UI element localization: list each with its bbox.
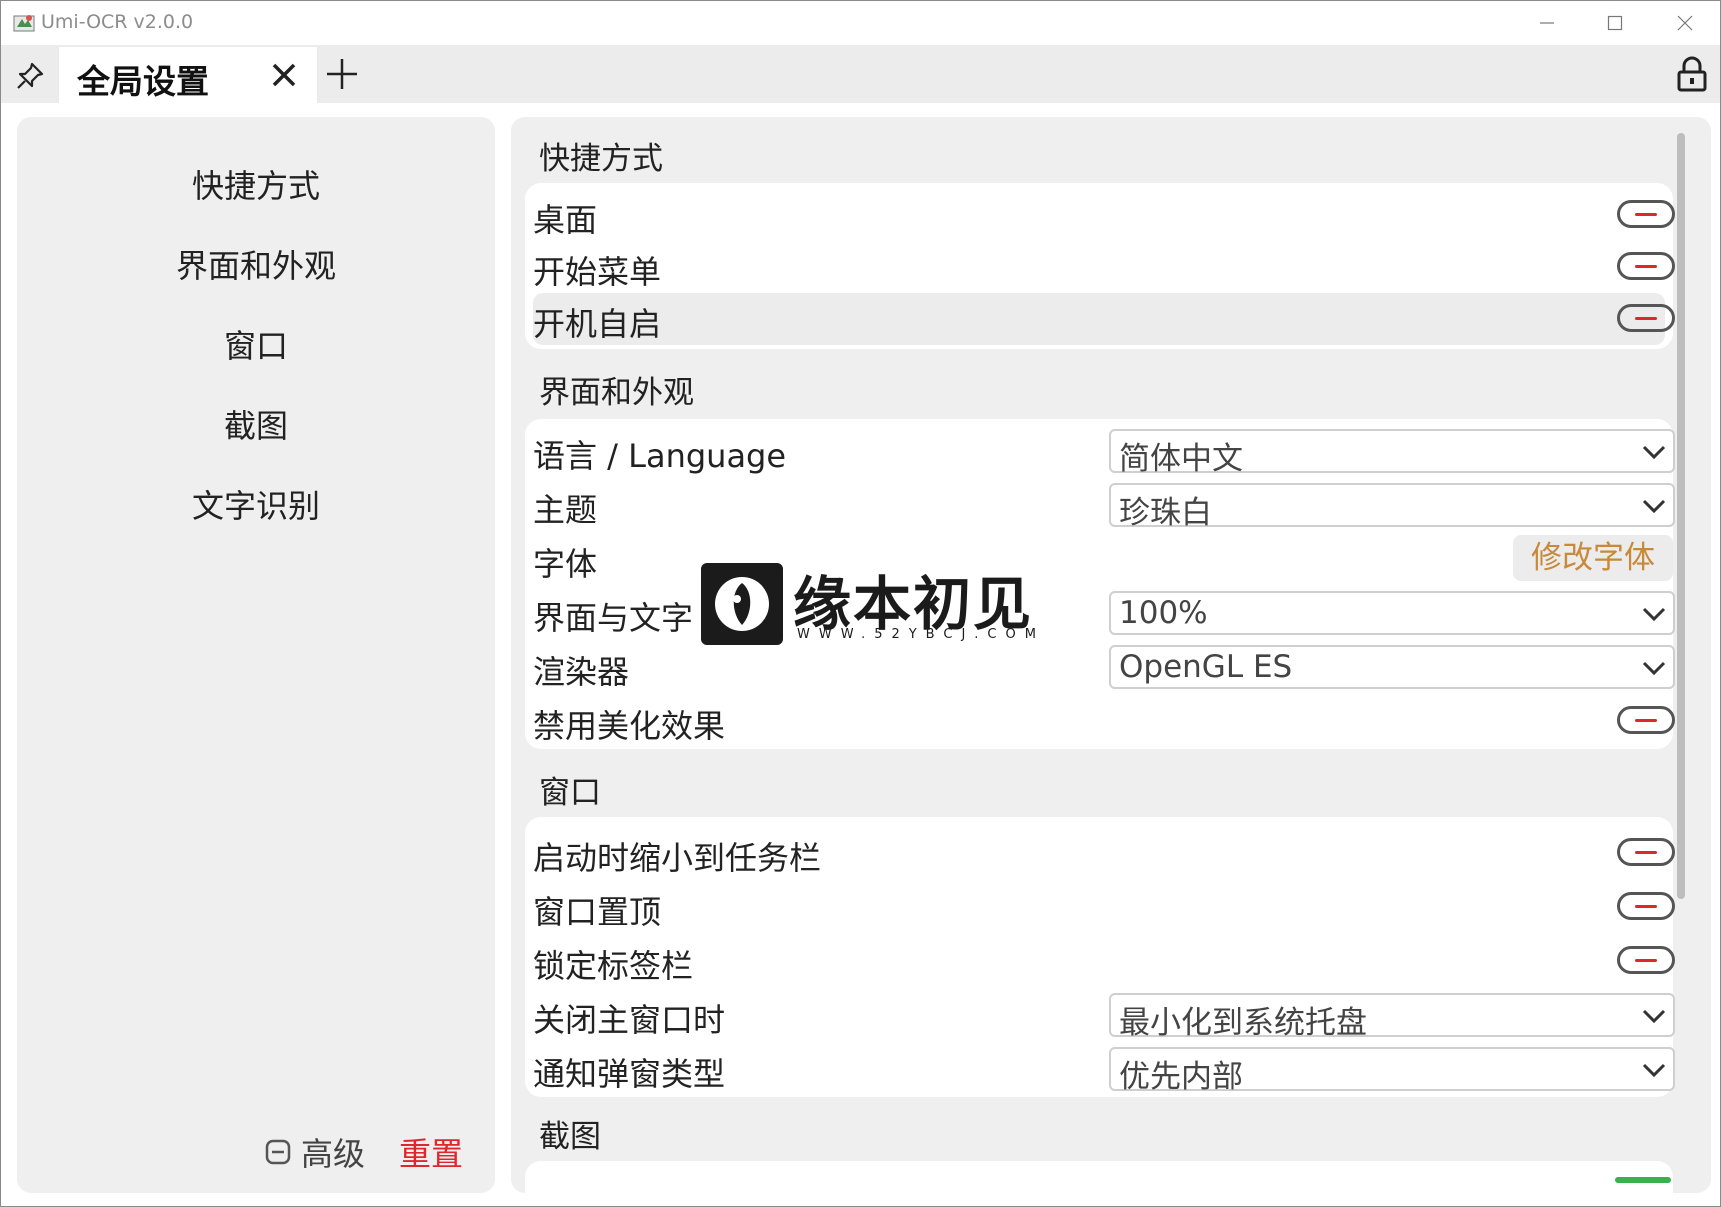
nav-item-appearance[interactable]: 界面和外观 bbox=[17, 241, 495, 287]
toggle-switch[interactable] bbox=[1617, 946, 1675, 974]
toggle-switch[interactable] bbox=[1617, 706, 1675, 734]
minimize-button[interactable] bbox=[1517, 1, 1577, 45]
setting-label: 语言 / Language bbox=[533, 437, 787, 475]
select-value: 100% bbox=[1119, 595, 1208, 631]
section-title-shortcuts: 快捷方式 bbox=[539, 141, 663, 177]
toggle-switch[interactable] bbox=[1617, 838, 1675, 866]
card-screenshot bbox=[525, 1161, 1673, 1193]
tab-global-settings[interactable]: 全局设置 bbox=[59, 47, 317, 103]
renderer-select[interactable]: OpenGL ES bbox=[1109, 645, 1675, 689]
chevron-down-icon bbox=[1642, 499, 1666, 514]
tab-label: 全局设置 bbox=[77, 62, 209, 101]
select-value: 珍珠白 bbox=[1119, 495, 1212, 531]
setting-label: 开始菜单 bbox=[533, 253, 662, 291]
app-window: Umi-OCR v2.0.0 全局设置 快捷方式 界面和外观 窗口 截图 文字识… bbox=[0, 0, 1721, 1207]
setting-label: 禁用美化效果 bbox=[533, 707, 726, 745]
card-appearance: 语言 / Language 简体中文 主题 珍珠白 字体 修改字体 界面与文字 bbox=[525, 419, 1675, 749]
setting-label: 界面与文字 bbox=[533, 599, 694, 637]
nav-item-window[interactable]: 窗口 bbox=[17, 321, 495, 367]
setting-label: 通知弹窗类型 bbox=[533, 1055, 726, 1093]
language-select[interactable]: 简体中文 bbox=[1109, 429, 1675, 477]
select-value: 最小化到系统托盘 bbox=[1119, 1005, 1367, 1041]
nav-item-shortcuts[interactable]: 快捷方式 bbox=[17, 161, 495, 207]
close-window-button[interactable] bbox=[1655, 1, 1715, 45]
add-tab-button[interactable] bbox=[319, 51, 365, 97]
select-value: 优先内部 bbox=[1119, 1059, 1243, 1095]
close-icon bbox=[272, 63, 296, 87]
card-window: 启动时缩小到任务栏 窗口置顶 锁定标签栏 关闭主窗口时 最小化到系统托盘 通知弹… bbox=[525, 817, 1675, 1097]
change-font-button[interactable]: 修改字体 bbox=[1513, 535, 1673, 581]
toggle-switch[interactable] bbox=[1617, 200, 1675, 228]
advanced-toggle-icon[interactable] bbox=[265, 1139, 291, 1165]
card-shortcuts: 桌面 开始菜单 开机自启 bbox=[525, 183, 1675, 349]
chevron-down-icon bbox=[1642, 1009, 1666, 1024]
maximize-icon bbox=[1607, 15, 1623, 31]
setting-row-start-menu: 开始菜单 bbox=[533, 241, 1675, 293]
setting-row-language: 语言 / Language 简体中文 bbox=[533, 425, 1675, 477]
nav-item-screenshot[interactable]: 截图 bbox=[17, 401, 495, 447]
close-icon bbox=[1677, 15, 1693, 31]
lock-tabbar-button[interactable] bbox=[1669, 51, 1715, 97]
title-bar: Umi-OCR v2.0.0 bbox=[1, 1, 1720, 45]
chevron-down-icon bbox=[1642, 445, 1666, 460]
section-title-appearance: 界面和外观 bbox=[539, 375, 694, 411]
setting-label: 渲染器 bbox=[533, 653, 630, 691]
plus-icon bbox=[327, 59, 357, 89]
watermark-url: WWW.52YBCJ.COM bbox=[797, 627, 1045, 642]
window-title: Umi-OCR v2.0.0 bbox=[41, 11, 194, 33]
setting-row-on-close: 关闭主窗口时 最小化到系统托盘 bbox=[533, 989, 1675, 1041]
section-title-screenshot: 截图 bbox=[539, 1119, 601, 1155]
setting-row-always-on-top: 窗口置顶 bbox=[533, 881, 1675, 933]
settings-nav: 快捷方式 界面和外观 窗口 截图 文字识别 高级 重置 bbox=[17, 117, 495, 1193]
toggle-switch[interactable] bbox=[1617, 304, 1675, 332]
tab-close-button[interactable] bbox=[264, 53, 304, 97]
theme-select[interactable]: 珍珠白 bbox=[1109, 483, 1675, 531]
on-close-select[interactable]: 最小化到系统托盘 bbox=[1109, 993, 1675, 1041]
reset-button[interactable]: 重置 bbox=[399, 1129, 463, 1175]
scrollbar[interactable] bbox=[1677, 133, 1685, 899]
nav-footer: 高级 重置 bbox=[265, 1127, 463, 1177]
chevron-down-icon bbox=[1642, 661, 1666, 676]
chevron-down-icon bbox=[1642, 607, 1666, 622]
setting-label: 锁定标签栏 bbox=[533, 947, 694, 985]
setting-label: 字体 bbox=[533, 545, 598, 583]
setting-label: 桌面 bbox=[533, 201, 598, 239]
setting-row-autostart: 开机自启 bbox=[533, 293, 1675, 345]
setting-row-lock-tabbar: 锁定标签栏 bbox=[533, 935, 1675, 987]
watermark-badge bbox=[701, 563, 783, 645]
select-value: OpenGL ES bbox=[1119, 649, 1293, 685]
setting-label: 开机自启 bbox=[533, 305, 662, 343]
minimize-icon bbox=[1540, 22, 1554, 24]
toggle-switch[interactable] bbox=[1617, 892, 1675, 920]
setting-row-desktop: 桌面 bbox=[533, 189, 1675, 241]
pin-button[interactable] bbox=[3, 51, 57, 101]
setting-label: 启动时缩小到任务栏 bbox=[533, 839, 822, 877]
watermark-logo: 缘本初见 WWW.52YBCJ.COM bbox=[701, 563, 1036, 653]
toggle-switch-on[interactable] bbox=[1615, 1177, 1671, 1183]
section-title-window: 窗口 bbox=[539, 775, 601, 811]
watermark-emblem-icon bbox=[715, 577, 769, 631]
chevron-down-icon bbox=[1642, 1063, 1666, 1078]
app-logo-icon bbox=[13, 15, 35, 32]
setting-label: 主题 bbox=[533, 491, 598, 529]
scale-select[interactable]: 100% bbox=[1109, 591, 1675, 635]
setting-label: 窗口置顶 bbox=[533, 893, 662, 931]
setting-row-disable-effects: 禁用美化效果 bbox=[533, 695, 1675, 747]
notify-type-select[interactable]: 优先内部 bbox=[1109, 1047, 1675, 1095]
setting-row-theme: 主题 珍珠白 bbox=[533, 479, 1675, 531]
select-value: 简体中文 bbox=[1119, 441, 1243, 477]
tab-bar: 全局设置 bbox=[1, 45, 1720, 103]
nav-item-ocr[interactable]: 文字识别 bbox=[17, 481, 495, 527]
setting-label: 关闭主窗口时 bbox=[533, 1001, 726, 1039]
setting-row-minimize-on-start: 启动时缩小到任务栏 bbox=[533, 827, 1675, 879]
setting-row-notify-type: 通知弹窗类型 优先内部 bbox=[533, 1043, 1675, 1095]
settings-panel: 快捷方式 桌面 开始菜单 开机自启 界面和外观 语言 / Language 简体… bbox=[511, 117, 1711, 1193]
toggle-switch[interactable] bbox=[1617, 252, 1675, 280]
advanced-label[interactable]: 高级 bbox=[301, 1129, 365, 1175]
lock-icon bbox=[1677, 56, 1707, 92]
pin-icon bbox=[17, 62, 44, 89]
maximize-button[interactable] bbox=[1585, 1, 1645, 45]
